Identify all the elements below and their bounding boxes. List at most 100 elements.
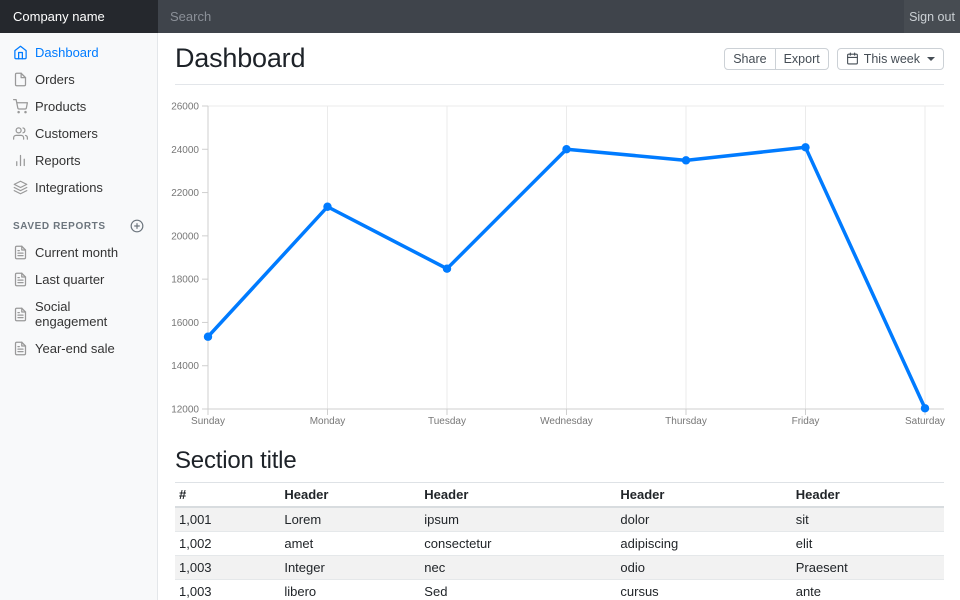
saved-reports-heading-label: Saved reports xyxy=(13,221,106,232)
table-body: 1,001Loremipsumdolorsit1,002ametconsecte… xyxy=(175,507,944,600)
table-row: 1,002ametconsecteturadipiscingelit xyxy=(175,532,944,556)
svg-text:12000: 12000 xyxy=(171,405,199,416)
sidebar-item-integrations[interactable]: Integrations xyxy=(0,174,157,201)
file-icon xyxy=(13,72,28,87)
sidebar-item-label: Integrations xyxy=(35,180,103,195)
svg-text:16000: 16000 xyxy=(171,318,199,329)
caret-down-icon xyxy=(927,57,935,61)
shopping-cart-icon xyxy=(13,99,28,114)
chart-container: SundayMondayTuesdayWednesdayThursdayFrid… xyxy=(175,99,944,431)
share-button[interactable]: Share xyxy=(724,48,775,70)
data-table: #HeaderHeaderHeaderHeader 1,001Loremipsu… xyxy=(175,482,944,600)
sidebar-item-label: Orders xyxy=(35,72,75,87)
table-cell: 1,001 xyxy=(175,507,280,532)
saved-report-label: Last quarter xyxy=(35,272,104,287)
table-header-row: #HeaderHeaderHeaderHeader xyxy=(175,483,944,508)
table-cell: cursus xyxy=(616,580,791,600)
table-cell: sit xyxy=(792,507,944,532)
layers-icon xyxy=(13,180,28,195)
users-icon xyxy=(13,126,28,141)
calendar-icon xyxy=(846,52,859,65)
table-cell: consectetur xyxy=(420,532,616,556)
calendar-icon-slot xyxy=(846,52,859,65)
sidebar-item-orders[interactable]: Orders xyxy=(0,66,157,93)
table-cell: odio xyxy=(616,556,791,580)
brand: Company name xyxy=(0,0,158,33)
svg-text:Monday: Monday xyxy=(310,416,346,427)
svg-text:Saturday: Saturday xyxy=(905,416,945,427)
svg-text:Friday: Friday xyxy=(792,416,820,427)
file-text-icon xyxy=(13,307,28,322)
sidebar-item-reports[interactable]: Reports xyxy=(0,147,157,174)
svg-text:14000: 14000 xyxy=(171,361,199,372)
search-input[interactable] xyxy=(158,0,904,33)
bar-chart-icon xyxy=(13,153,28,168)
saved-report-label: Current month xyxy=(35,245,118,260)
file-text-icon xyxy=(13,272,28,287)
table-cell: Sed xyxy=(420,580,616,600)
table-cell: dolor xyxy=(616,507,791,532)
file-text-icon xyxy=(13,341,28,356)
top-navbar: Company name Sign out xyxy=(0,0,960,33)
sidebar-item-products[interactable]: Products xyxy=(0,93,157,120)
saved-reports-nav: Current month Last quarter Social engageme… xyxy=(0,239,157,362)
table-cell: 1,002 xyxy=(175,532,280,556)
saved-report-label: Social engagement xyxy=(35,299,144,329)
saved-report-label: Year-end sale xyxy=(35,341,115,356)
sidebar-item-label: Customers xyxy=(35,126,98,141)
saved-report-social-engagement[interactable]: Social engagement xyxy=(0,293,157,335)
table-row: 1,001Loremipsumdolorsit xyxy=(175,507,944,532)
saved-report-last-quarter[interactable]: Last quarter xyxy=(0,266,157,293)
saved-report-year-end-sale[interactable]: Year-end sale xyxy=(0,335,157,362)
svg-text:22000: 22000 xyxy=(171,188,199,199)
sales-line-chart: SundayMondayTuesdayWednesdayThursdayFrid… xyxy=(175,99,945,431)
table-cell: ipsum xyxy=(420,507,616,532)
table-cell: amet xyxy=(280,532,420,556)
week-dropdown-button[interactable]: This week xyxy=(837,48,944,70)
svg-text:Thursday: Thursday xyxy=(665,416,707,427)
table-header-cell: Header xyxy=(792,483,944,508)
week-dropdown-label: This week xyxy=(864,52,920,66)
svg-text:Wednesday: Wednesday xyxy=(540,416,593,427)
svg-text:26000: 26000 xyxy=(171,102,199,113)
table-cell: adipiscing xyxy=(616,532,791,556)
table-header-cell: Header xyxy=(616,483,791,508)
page-title: Dashboard xyxy=(175,43,305,74)
sidebar: Dashboard Orders Products Customers Reports I… xyxy=(0,33,158,600)
table-header-cell: # xyxy=(175,483,280,508)
add-report-button[interactable] xyxy=(130,219,144,233)
file-text-icon xyxy=(13,245,28,260)
table-cell: 1,003 xyxy=(175,556,280,580)
export-button[interactable]: Export xyxy=(775,48,829,70)
svg-text:24000: 24000 xyxy=(171,145,199,156)
sidebar-item-label: Dashboard xyxy=(35,45,99,60)
table-cell: elit xyxy=(792,532,944,556)
section-title: Section title xyxy=(175,447,944,475)
saved-report-current-month[interactable]: Current month xyxy=(0,239,157,266)
sidebar-item-customers[interactable]: Customers xyxy=(0,120,157,147)
svg-text:20000: 20000 xyxy=(171,231,199,242)
share-export-group: Share Export xyxy=(724,48,829,70)
sidebar-item-dashboard[interactable]: Dashboard xyxy=(0,39,157,66)
sidebar-item-label: Reports xyxy=(35,153,81,168)
table-header-cell: Header xyxy=(280,483,420,508)
table-cell: 1,003 xyxy=(175,580,280,600)
table-header-cell: Header xyxy=(420,483,616,508)
table-row: 1,003IntegernecodioPraesent xyxy=(175,556,944,580)
page-header: Dashboard Share Export This week xyxy=(175,43,944,85)
home-icon xyxy=(13,45,28,60)
table-cell: nec xyxy=(420,556,616,580)
main-panel: Dashboard Share Export This week SundayM… xyxy=(158,33,960,600)
table-row: 1,003liberoSedcursusante xyxy=(175,580,944,600)
svg-text:18000: 18000 xyxy=(171,275,199,286)
table-cell: Integer xyxy=(280,556,420,580)
plus-circle-icon xyxy=(130,219,144,233)
sign-out-link[interactable]: Sign out xyxy=(904,0,960,33)
sidebar-nav: Dashboard Orders Products Customers Reports I… xyxy=(0,39,157,201)
table-cell: Lorem xyxy=(280,507,420,532)
table-cell: Praesent xyxy=(792,556,944,580)
content: Dashboard Orders Products Customers Reports I… xyxy=(0,33,960,600)
sidebar-item-label: Products xyxy=(35,99,86,114)
saved-reports-heading: Saved reports xyxy=(0,213,157,239)
toolbar: Share Export This week xyxy=(724,48,944,70)
